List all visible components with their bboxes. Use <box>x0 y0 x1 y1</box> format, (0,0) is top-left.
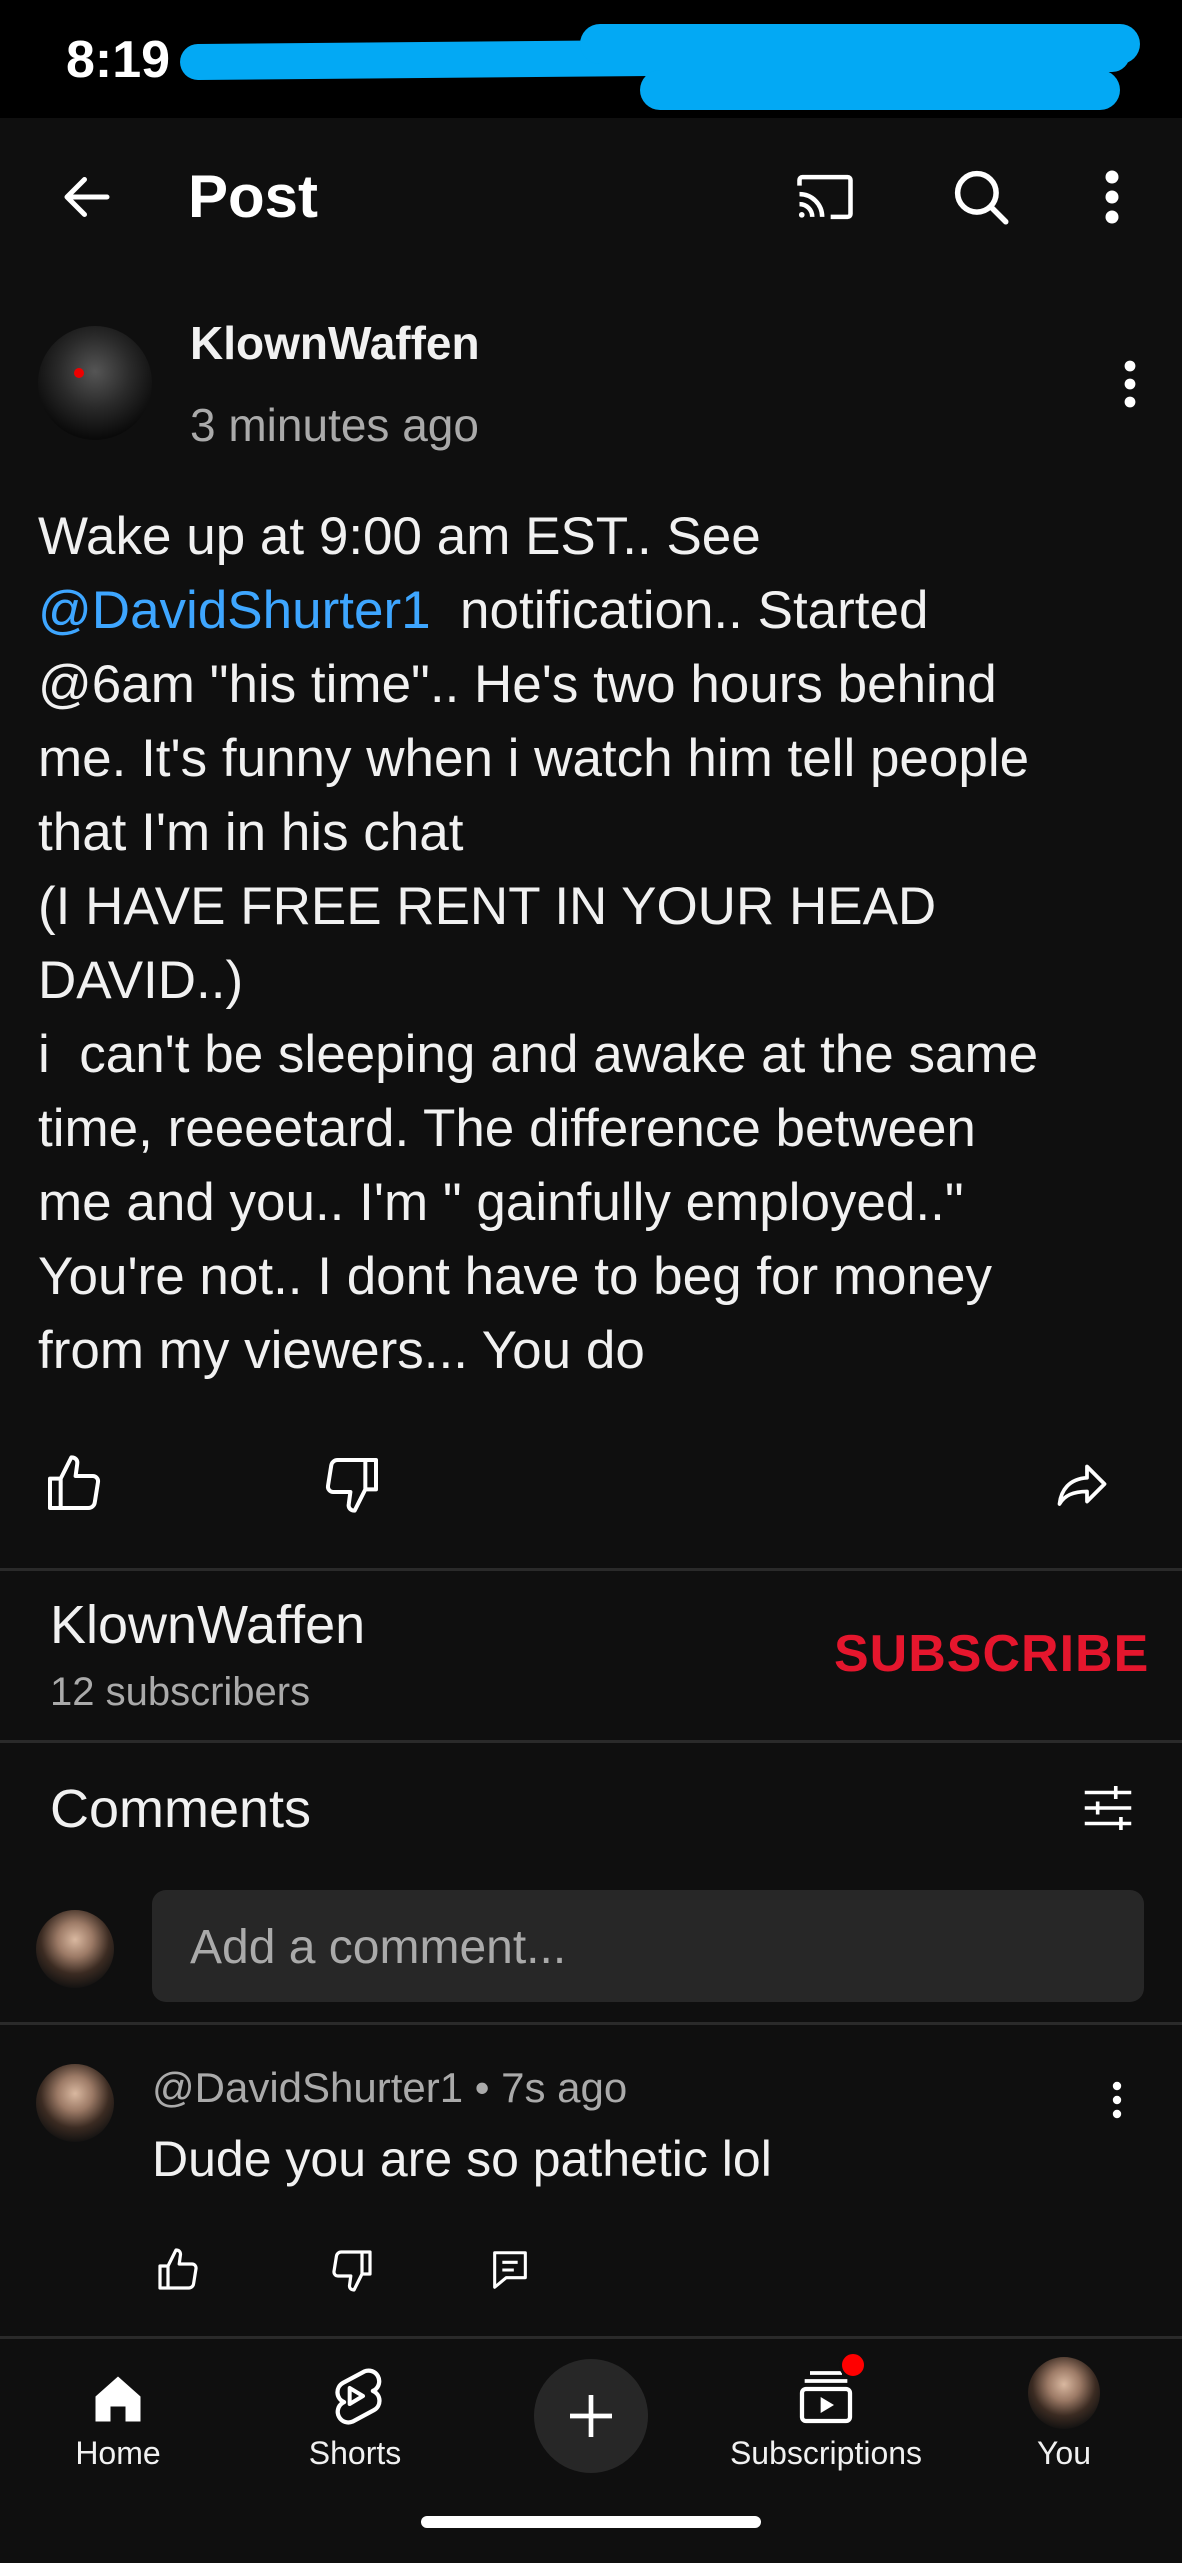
reply-icon <box>493 2251 527 2289</box>
page-title: Post <box>188 163 319 230</box>
comment-meta: @DavidShurter1 • 7s ago <box>152 2064 628 2111</box>
comment-more-button[interactable] <box>1090 2070 1144 2130</box>
comment-author-avatar[interactable] <box>36 2064 114 2142</box>
comment-time: 7s ago <box>501 2064 628 2111</box>
mention-link[interactable]: @DavidShurter1 <box>38 581 431 640</box>
status-time: 8:19 <box>66 31 171 89</box>
nav-shorts[interactable]: Shorts <box>290 2339 420 2509</box>
nav-label: Shorts <box>308 2435 402 2471</box>
post-author-name[interactable]: KlownWaffen <box>190 316 480 370</box>
add-comment-placeholder: Add a comment... <box>190 1921 567 1974</box>
post-text-part: notification.. Started @6am "his time"..… <box>38 581 1039 1380</box>
comment-author[interactable]: @DavidShurter1 <box>152 2064 463 2111</box>
redaction-mark <box>580 24 1140 64</box>
create-button[interactable] <box>534 2359 648 2473</box>
post-time: 3 minutes ago <box>190 399 479 451</box>
channel-name[interactable]: KlownWaffen <box>50 1594 365 1656</box>
back-arrow-icon <box>64 177 110 217</box>
dislike-button[interactable] <box>314 1446 390 1522</box>
thumbs-down-icon <box>325 1457 378 1513</box>
more-vert-icon <box>1112 2081 1122 2119</box>
search-button[interactable] <box>936 154 1026 240</box>
thumbs-up-icon <box>158 2248 198 2290</box>
add-comment-input[interactable]: Add a comment... <box>152 1890 1144 2002</box>
app-bar: Post <box>0 118 1182 278</box>
cast-icon <box>797 174 853 220</box>
bottom-nav: Home Shorts Subscriptions You <box>0 2336 1182 2563</box>
back-button[interactable] <box>44 154 130 240</box>
avatar <box>1028 2357 1100 2429</box>
shorts-icon <box>335 2368 382 2425</box>
more-options-button[interactable] <box>1070 154 1154 240</box>
share-icon <box>1057 1464 1107 1506</box>
nav-subscriptions[interactable]: Subscriptions <box>726 2339 926 2509</box>
like-button[interactable] <box>36 1446 112 1522</box>
comments-title: Comments <box>50 1779 312 1839</box>
subscriber-count: 12 subscribers <box>50 1670 311 1714</box>
post-text-part: Wake up at 9:00 am EST.. See <box>38 507 761 566</box>
divider <box>0 2022 1182 2025</box>
cast-button[interactable] <box>780 154 870 240</box>
filter-sliders-icon <box>1084 1786 1132 1830</box>
nav-you[interactable]: You <box>1004 2339 1124 2509</box>
home-icon <box>95 2376 141 2422</box>
comment-sort-button[interactable] <box>1070 1770 1146 1846</box>
author-avatar[interactable] <box>38 326 152 440</box>
search-icon <box>954 170 1009 225</box>
status-bar: 8:19 <box>0 0 1182 118</box>
create-plus-icon <box>570 2395 612 2437</box>
more-vert-icon <box>1105 170 1119 224</box>
user-avatar <box>36 1910 114 1988</box>
divider <box>0 1568 1182 1571</box>
gesture-bar[interactable] <box>421 2516 761 2528</box>
divider <box>0 1740 1182 1743</box>
nav-label: You <box>1037 2435 1091 2471</box>
thumbs-down-icon <box>332 2250 372 2292</box>
more-vert-icon <box>1124 360 1136 408</box>
notification-dot <box>839 2351 867 2379</box>
comment-dislike-button[interactable] <box>322 2240 382 2300</box>
nav-home[interactable]: Home <box>58 2339 178 2509</box>
thumbs-up-icon <box>48 1455 101 1511</box>
nav-label: Home <box>75 2435 161 2471</box>
share-button[interactable] <box>1042 1446 1122 1522</box>
redaction-mark <box>640 70 1120 110</box>
comment-reply-button[interactable] <box>480 2240 540 2300</box>
post-more-button[interactable] <box>1100 344 1160 424</box>
subscribe-button[interactable]: SUBSCRIBE <box>834 1624 1149 1684</box>
comment-text: Dude you are so pathetic lol <box>152 2131 772 2187</box>
nav-label: Subscriptions <box>729 2435 923 2471</box>
comment-like-button[interactable] <box>148 2240 208 2300</box>
post-text: Wake up at 9:00 am EST.. See @DavidShurt… <box>38 500 1148 1388</box>
